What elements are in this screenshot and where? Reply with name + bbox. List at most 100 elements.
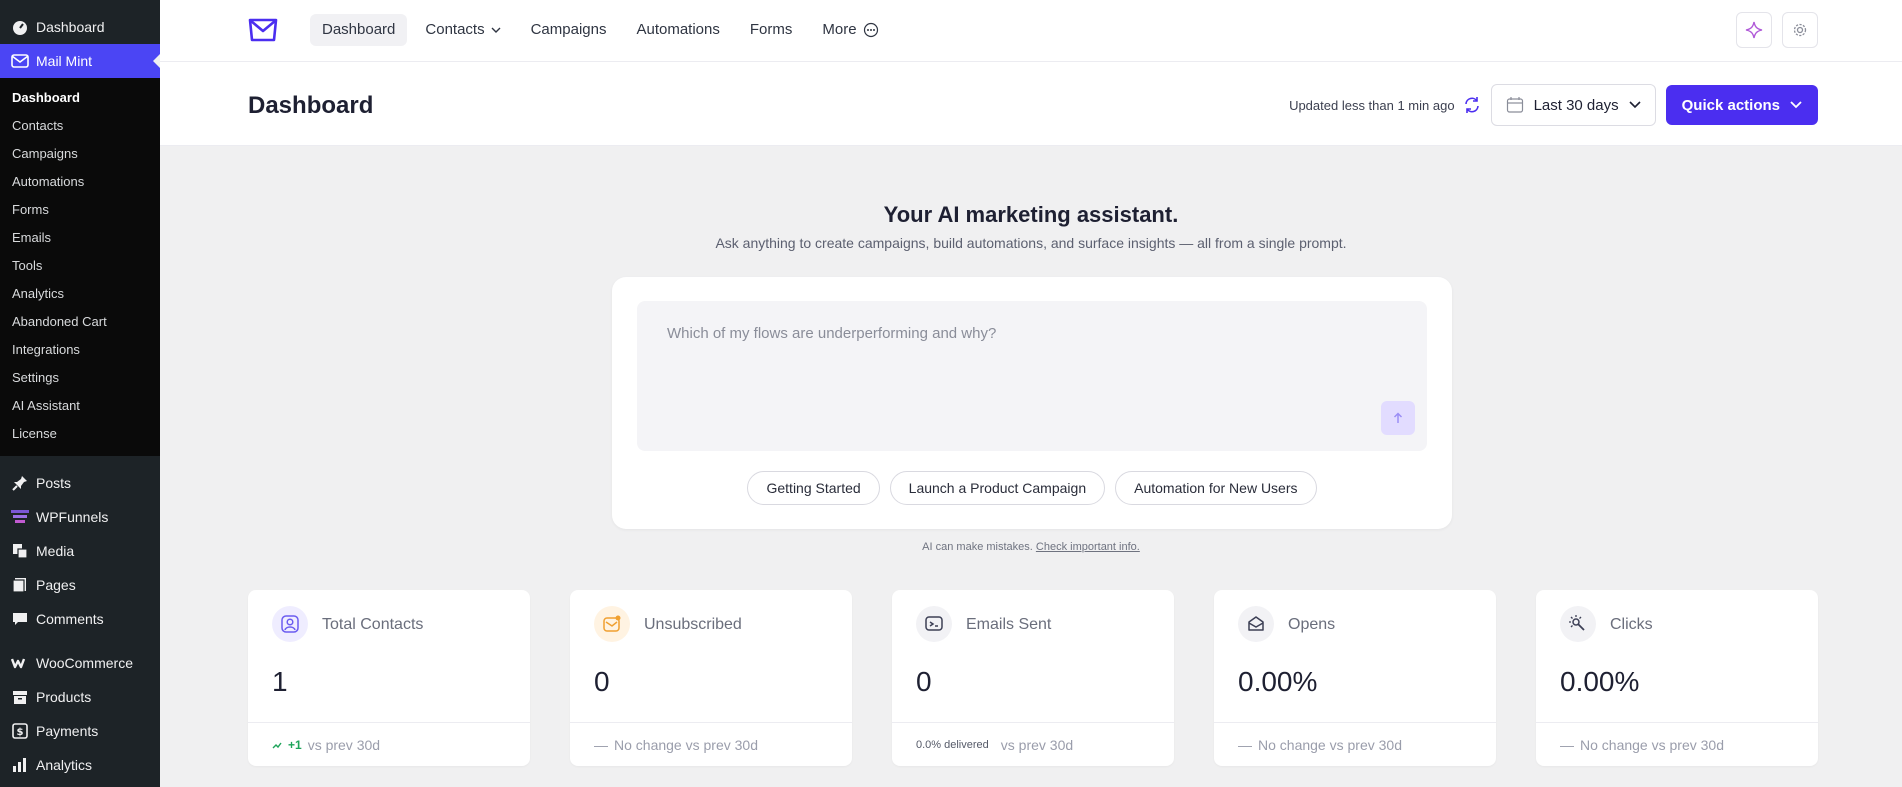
ai-title: Your AI marketing assistant.	[883, 202, 1179, 227]
stat-label: Total Contacts	[322, 616, 424, 633]
pages-icon	[10, 575, 30, 595]
refresh-icon[interactable]	[1463, 96, 1481, 114]
prompt-box	[637, 301, 1427, 451]
quick-actions-label: Quick actions	[1681, 96, 1780, 114]
media-icon	[10, 541, 30, 561]
stat-foot-text: vs prev 30d	[307, 736, 381, 753]
pin-icon	[10, 473, 30, 493]
chevron-down-icon	[491, 27, 501, 33]
nav-automations[interactable]: Automations	[624, 14, 731, 46]
submenu-tools[interactable]: Tools	[0, 252, 160, 280]
sidebar-item-comments[interactable]: Comments	[0, 602, 160, 636]
stat-value: 0	[916, 666, 932, 697]
submenu-settings[interactable]: Settings	[0, 364, 160, 392]
chip-launch-product-campaign[interactable]: Launch a Product Campaign	[889, 471, 1106, 505]
stat-footer: — No change vs prev 30d	[570, 722, 852, 766]
sidebar-item-pages[interactable]: Pages	[0, 568, 160, 602]
nav-label: Contacts	[425, 21, 485, 38]
date-range-select[interactable]: Last 30 days	[1490, 84, 1656, 126]
woo-icon	[10, 653, 30, 673]
nav-dashboard[interactable]: Dashboard	[310, 14, 408, 46]
submenu-integrations[interactable]: Integrations	[0, 336, 160, 364]
stat-change: —	[594, 736, 608, 753]
nav-forms[interactable]: Forms	[738, 14, 805, 46]
click-icon	[1560, 606, 1596, 642]
ai-prompt-card: Getting Started Launch a Product Campaig…	[612, 277, 1452, 529]
sidebar-item-payments[interactable]: $ Payments	[0, 714, 160, 748]
bar-chart-icon	[10, 755, 30, 775]
ai-sparkle-button[interactable]	[1736, 12, 1772, 48]
stat-footer: — No change vs prev 30d	[1536, 722, 1818, 766]
gear-icon	[1793, 23, 1807, 37]
disclaimer-text: AI can make mistakes.	[922, 541, 1033, 553]
stat-label: Clicks	[1610, 616, 1653, 633]
stat-change: +1	[288, 737, 302, 752]
stat-card-unsubscribed: Unsubscribed 0 — No change vs prev 30d	[570, 590, 852, 766]
stat-value: 0	[594, 666, 610, 697]
sidebar-item-label: Comments	[36, 611, 104, 627]
stat-foot-text: vs prev 30d	[1000, 736, 1074, 753]
nav-more[interactable]: More	[810, 14, 890, 46]
sidebar-item-label: Analytics	[36, 757, 93, 773]
stat-footer: 0.0% delivered vs prev 30d	[892, 722, 1174, 766]
chevron-down-icon	[1629, 101, 1641, 109]
stat-value: 0.00%	[1560, 666, 1640, 697]
important-info-link[interactable]: Check important info.	[1036, 541, 1140, 553]
stat-value: 1	[272, 666, 288, 697]
sidebar-item-label: Pages	[36, 577, 76, 593]
sidebar-item-media[interactable]: Media	[0, 534, 160, 568]
sidebar-item-woocommerce[interactable]: WooCommerce	[0, 646, 160, 680]
nav-label: More	[822, 21, 857, 38]
submenu-ai-assistant[interactable]: AI Assistant	[0, 392, 160, 420]
unsubscribe-icon	[594, 606, 630, 642]
chip-automation-new-users[interactable]: Automation for New Users	[1115, 471, 1317, 505]
submenu-campaigns[interactable]: Campaigns	[0, 140, 160, 168]
submenu-analytics[interactable]: Analytics	[0, 280, 160, 308]
calendar-icon	[1506, 97, 1523, 113]
stat-foot-text: No change vs prev 30d	[1580, 736, 1724, 753]
sidebar-item-label: Products	[36, 689, 92, 705]
mail-icon	[10, 51, 30, 71]
mail-mint-logo[interactable]	[248, 17, 278, 43]
submenu-automations[interactable]: Automations	[0, 168, 160, 196]
quick-actions-button[interactable]: Quick actions	[1665, 85, 1818, 125]
sidebar-item-label: Dashboard	[36, 19, 105, 35]
send-button[interactable]	[1381, 401, 1415, 435]
submenu-abandoned-cart[interactable]: Abandoned Cart	[0, 308, 160, 336]
stat-card-clicks: Clicks 0.00% — No change vs prev 30d	[1536, 590, 1818, 766]
stat-value: 0.00%	[1238, 666, 1318, 697]
sidebar-item-products[interactable]: Products	[0, 680, 160, 714]
submenu-contacts[interactable]: Contacts	[0, 112, 160, 140]
stat-change: 0.0% delivered	[916, 738, 989, 751]
ai-disclaimer: AI can make mistakes. Check important in…	[160, 541, 1902, 553]
ai-prompt-input[interactable]	[637, 301, 1427, 451]
submenu-license[interactable]: License	[0, 420, 160, 448]
sidebar-item-label: WPFunnels	[36, 509, 109, 525]
settings-button[interactable]	[1782, 12, 1818, 48]
nav-label: Automations	[636, 21, 720, 38]
sidebar-item-wpfunnels[interactable]: WPFunnels	[0, 500, 160, 534]
sidebar-item-dashboard[interactable]: Dashboard	[0, 10, 160, 44]
nav-label: Forms	[749, 21, 793, 38]
stat-change: —	[1560, 736, 1574, 753]
sidebar-item-posts[interactable]: Posts	[0, 466, 160, 500]
stat-foot-text: No change vs prev 30d	[1258, 736, 1402, 753]
open-icon	[1238, 606, 1274, 642]
submenu-dashboard[interactable]: Dashboard	[0, 84, 160, 112]
mail-mint-submenu: Dashboard Contacts Campaigns Automations…	[0, 78, 160, 456]
submenu-emails[interactable]: Emails	[0, 224, 160, 252]
stat-label: Emails Sent	[966, 616, 1052, 633]
sidebar-item-analytics[interactable]: Analytics	[0, 748, 160, 782]
sidebar-item-mail-mint[interactable]: Mail Mint	[0, 44, 160, 78]
stat-card-total-contacts: Total Contacts 1 +1 vs prev 30d	[248, 590, 530, 766]
nav-campaigns[interactable]: Campaigns	[519, 14, 619, 46]
stat-label: Opens	[1288, 616, 1336, 633]
sent-icon	[916, 606, 952, 642]
top-navigation: Dashboard Contacts Campaigns Automations…	[160, 0, 1902, 62]
ai-subtitle: Ask anything to create campaigns, build …	[715, 235, 1347, 251]
submenu-forms[interactable]: Forms	[0, 196, 160, 224]
chip-getting-started[interactable]: Getting Started	[747, 471, 880, 505]
chevron-down-icon	[1790, 101, 1802, 109]
sparkle-icon	[1745, 21, 1763, 39]
nav-contacts[interactable]: Contacts	[413, 14, 512, 46]
